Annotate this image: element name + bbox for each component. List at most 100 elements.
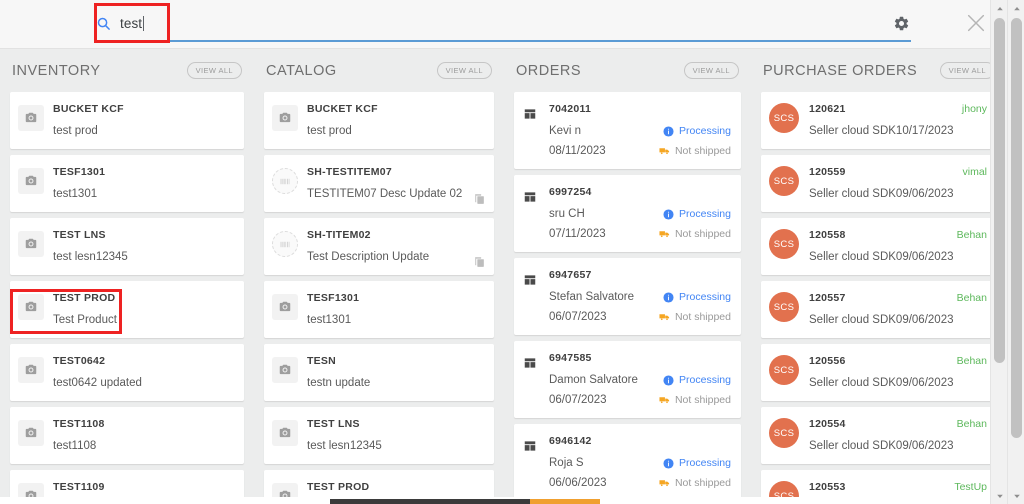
status-badge-shipping: Not shipped xyxy=(659,226,731,242)
order-id: 6997254 xyxy=(549,186,592,198)
settings-button[interactable] xyxy=(888,10,914,36)
po-user: Behan xyxy=(956,292,987,304)
vertical-scrollbar-thumb-inner[interactable] xyxy=(994,18,1005,363)
info-icon xyxy=(663,125,674,137)
item-title: TESF1301 xyxy=(307,292,360,304)
item-title: TEST PROD xyxy=(53,292,116,304)
search-input-value: test xyxy=(120,15,143,31)
list-item[interactable]: SCS 120558 Behan Seller cloud SDK09/06/2… xyxy=(761,218,997,275)
vertical-scrollbar-outer[interactable] xyxy=(1007,0,1024,504)
copy-icon[interactable] xyxy=(473,193,486,206)
status-label: Processing xyxy=(679,291,731,303)
column-title: ORDERS xyxy=(516,62,582,79)
truck-icon xyxy=(659,146,670,157)
shipping-label: Not shipped xyxy=(674,145,731,157)
po-subtitle: Seller cloud SDK10/17/2023 xyxy=(809,125,954,137)
column-header-orders: ORDERS VIEW ALL xyxy=(514,49,741,92)
list-item[interactable]: TESN testn update xyxy=(264,344,494,401)
view-all-button-inventory[interactable]: VIEW ALL xyxy=(186,62,242,79)
close-button[interactable] xyxy=(962,9,990,37)
item-title: SH-TITEM02 xyxy=(307,229,371,241)
order-customer: Stefan Salvatore xyxy=(549,291,635,303)
list-item[interactable]: TEST0642 test0642 updated xyxy=(10,344,244,401)
list-item[interactable]: TESF1301 test1301 xyxy=(264,281,494,338)
po-id: 120559 xyxy=(809,166,846,178)
truck-icon xyxy=(659,395,670,406)
avatar: SCS xyxy=(769,229,799,259)
item-subtitle: test1301 xyxy=(53,188,98,200)
catalog-card-list: BUCKET KCF test prod SH-TESTITEM07 TESTI… xyxy=(264,92,494,504)
column-catalog: CATALOG VIEW ALL BUCKET KCF test prod SH… xyxy=(254,49,504,504)
item-title: TEST LNS xyxy=(307,418,360,430)
status-badge-shipping: Not shipped xyxy=(659,392,731,408)
list-item[interactable]: SCS 120556 Behan Seller cloud SDK09/06/2… xyxy=(761,344,997,401)
list-item[interactable]: SCS 120557 Behan Seller cloud SDK09/06/2… xyxy=(761,281,997,338)
shipping-label: Not shipped xyxy=(674,311,731,323)
list-item[interactable]: 6946142 Roja S Processing 06/06/2023 Not… xyxy=(514,424,741,501)
status-badge-processing: Processing xyxy=(663,372,731,388)
list-item[interactable]: 7042011 Kevi n Processing 08/11/2023 Not… xyxy=(514,92,741,169)
list-item[interactable]: SH-TITEM02 Test Description Update xyxy=(264,218,494,275)
scroll-down-arrow-icon[interactable] xyxy=(1008,487,1024,504)
list-item[interactable]: BUCKET KCF test prod xyxy=(10,92,244,149)
column-header-purchase-orders: PURCHASE ORDERS VIEW ALL xyxy=(761,49,997,92)
scroll-up-arrow-icon[interactable] xyxy=(1008,0,1024,17)
avatar: SCS xyxy=(769,418,799,448)
horizontal-scrollbar-accent[interactable] xyxy=(530,499,600,504)
status-badge-processing: Processing xyxy=(663,289,731,305)
list-item[interactable]: TEST1108 test1108 xyxy=(10,407,244,464)
search-input[interactable]: test xyxy=(96,8,911,40)
global-search-overlay: test INVENTORY VIEW ALL BUCKET KCF test … xyxy=(0,0,1024,504)
view-all-button-catalog[interactable]: VIEW ALL xyxy=(436,62,492,79)
item-subtitle: Test Description Update xyxy=(307,251,430,263)
po-id: 120553 xyxy=(809,481,846,493)
copy-icon[interactable] xyxy=(473,256,486,269)
order-date: 06/07/2023 xyxy=(549,311,607,323)
vertical-scrollbar-thumb-outer[interactable] xyxy=(1011,18,1022,438)
purchase-orders-card-list: SCS 120621 jhony Seller cloud SDK10/17/2… xyxy=(761,92,997,504)
list-item-test-prod[interactable]: TEST PROD Test Product xyxy=(10,281,244,338)
list-item[interactable]: 6997254 sru CH Processing 07/11/2023 Not… xyxy=(514,175,741,252)
shipping-label: Not shipped xyxy=(674,477,731,489)
avatar: SCS xyxy=(769,103,799,133)
list-item[interactable]: SCS 120559 vimal Seller cloud SDK09/06/2… xyxy=(761,155,997,212)
order-customer: Kevi n xyxy=(549,125,581,137)
list-item[interactable]: BUCKET KCF test prod xyxy=(264,92,494,149)
orders-card-list: 7042011 Kevi n Processing 08/11/2023 Not… xyxy=(514,92,741,504)
vertical-scrollbar-inner[interactable] xyxy=(990,0,1007,504)
list-item[interactable]: SCS 120554 Behan Seller cloud SDK09/06/2… xyxy=(761,407,997,464)
list-item[interactable]: 6947657 Stefan Salvatore Processing 06/0… xyxy=(514,258,741,335)
list-item[interactable]: TEST LNS test lesn12345 xyxy=(10,218,244,275)
order-customer: sru CH xyxy=(549,208,585,220)
list-item[interactable]: 6947585 Damon Salvatore Processing 06/07… xyxy=(514,341,741,418)
po-user: TestUp xyxy=(954,481,987,493)
item-subtitle: Test Product xyxy=(53,314,117,326)
info-icon xyxy=(663,374,674,386)
status-badge-shipping: Not shipped xyxy=(659,143,731,159)
column-header-catalog: CATALOG VIEW ALL xyxy=(264,49,494,92)
scroll-up-arrow-icon[interactable] xyxy=(991,0,1008,17)
list-item[interactable]: SCS 120621 jhony Seller cloud SDK10/17/2… xyxy=(761,92,997,149)
item-title: TEST1109 xyxy=(53,481,105,493)
truck-icon xyxy=(659,229,670,240)
image-placeholder-icon xyxy=(272,105,298,131)
list-item[interactable]: TESF1301 test1301 xyxy=(10,155,244,212)
item-subtitle: test1108 xyxy=(53,440,97,452)
horizontal-scrollbar[interactable] xyxy=(0,497,1007,504)
column-title: PURCHASE ORDERS xyxy=(763,62,918,79)
image-placeholder-icon xyxy=(18,420,44,446)
image-placeholder-icon xyxy=(272,420,298,446)
horizontal-scrollbar-thumb[interactable] xyxy=(330,499,530,504)
po-id: 120557 xyxy=(809,292,846,304)
list-item[interactable]: TEST LNS test lesn12345 xyxy=(264,407,494,464)
image-placeholder-icon xyxy=(18,231,44,257)
item-subtitle: test lesn12345 xyxy=(307,440,382,452)
view-all-button-purchase-orders[interactable]: VIEW ALL xyxy=(939,62,995,79)
truck-icon xyxy=(659,312,670,323)
po-subtitle: Seller cloud SDK09/06/2023 xyxy=(809,188,954,200)
po-id: 120556 xyxy=(809,355,846,367)
order-date: 06/07/2023 xyxy=(549,394,607,406)
scroll-down-arrow-icon[interactable] xyxy=(991,487,1008,504)
list-item[interactable]: SH-TESTITEM07 TESTITEM07 Desc Update 02 xyxy=(264,155,494,212)
view-all-button-orders[interactable]: VIEW ALL xyxy=(683,62,739,79)
